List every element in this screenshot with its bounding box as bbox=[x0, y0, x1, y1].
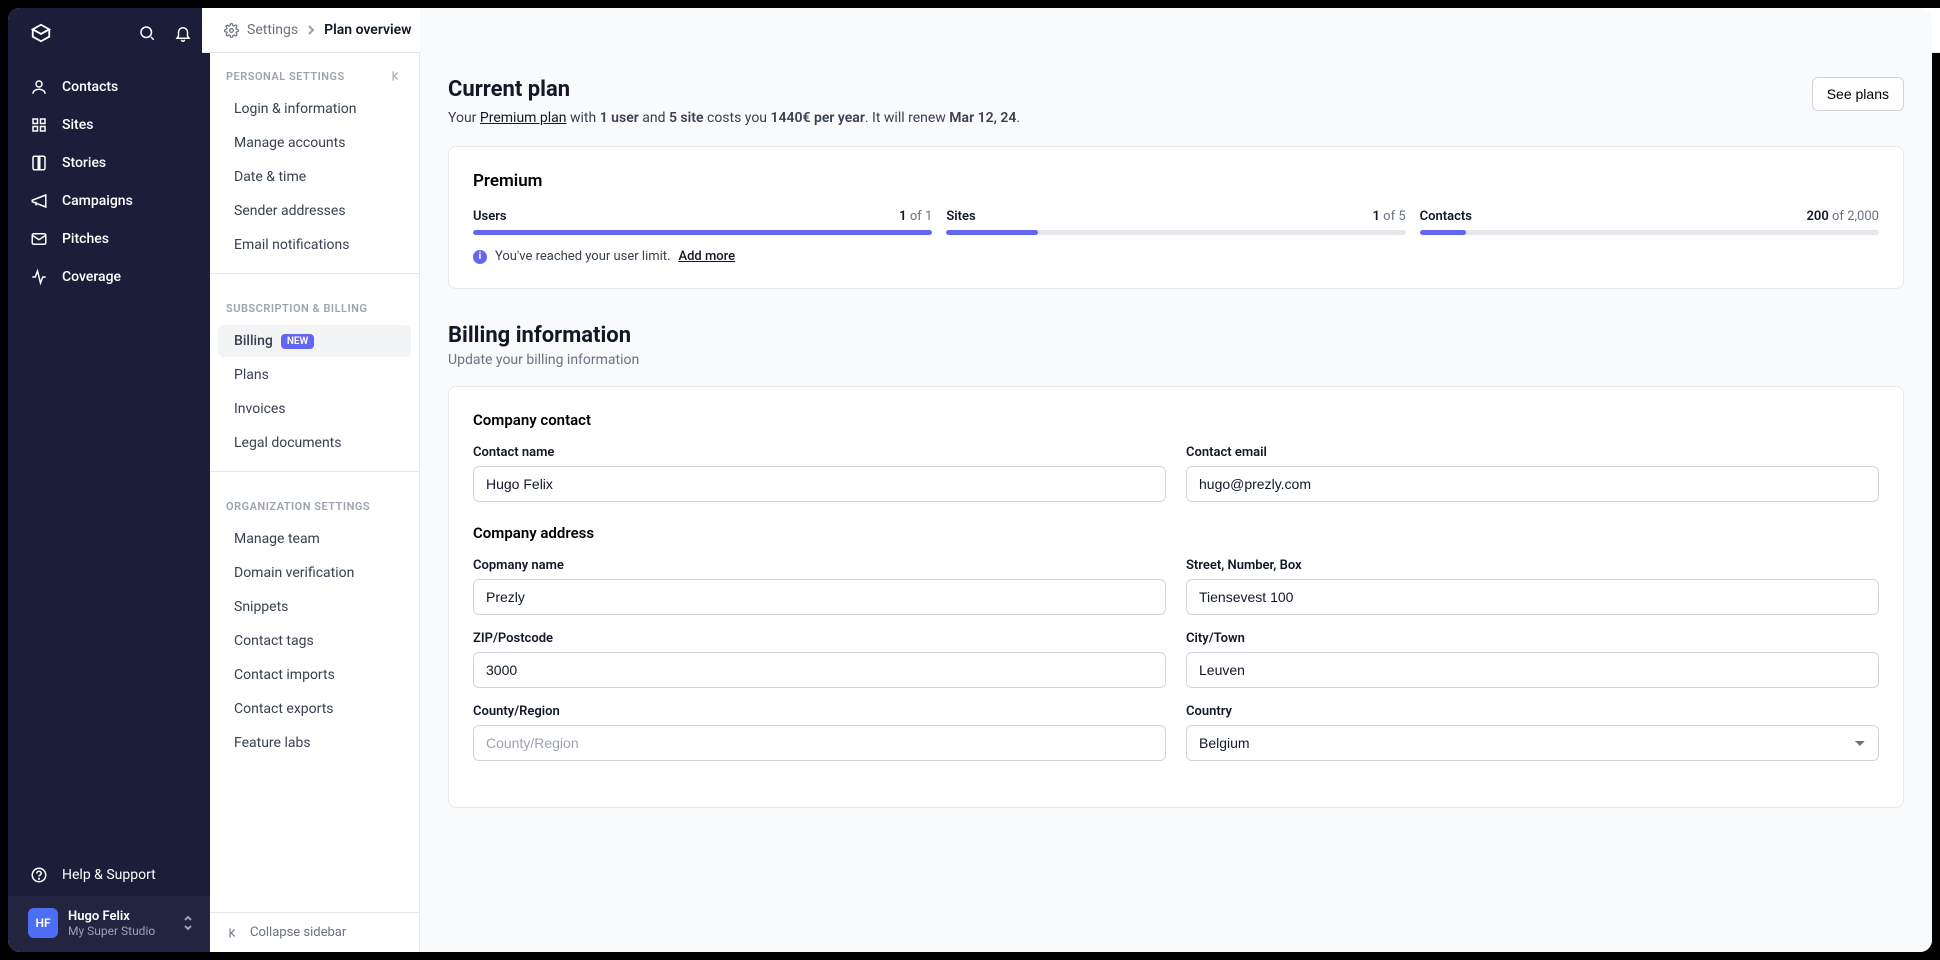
help-support[interactable]: Help & Support bbox=[8, 854, 210, 896]
nav-contacts[interactable]: Contacts bbox=[8, 68, 210, 106]
settings-nav: Personal Settings Login & information Ma… bbox=[210, 8, 420, 952]
section-header-billing: Subscription & Billing bbox=[226, 302, 367, 315]
country-label: Country bbox=[1186, 704, 1879, 719]
settings-domain-verification[interactable]: Domain verification bbox=[218, 557, 411, 589]
nav-label: Stories bbox=[62, 155, 106, 171]
nav-stories[interactable]: Stories bbox=[8, 144, 210, 182]
updown-icon bbox=[182, 915, 194, 931]
settings-billing[interactable]: BillingNEW bbox=[218, 325, 411, 357]
settings-feature-labs[interactable]: Feature labs bbox=[218, 727, 411, 759]
primary-nav: Contacts Sites Stories Campaigns Pitches… bbox=[8, 8, 210, 952]
billing-form-card: Company contact Contact name Contact ema… bbox=[448, 386, 1904, 808]
section-header-personal: Personal Settings bbox=[226, 70, 345, 83]
settings-legal[interactable]: Legal documents bbox=[218, 427, 411, 459]
collapse-panel-icon[interactable] bbox=[389, 69, 403, 83]
settings-contact-imports[interactable]: Contact imports bbox=[218, 659, 411, 691]
avatar: HF bbox=[28, 908, 58, 938]
settings-date-time[interactable]: Date & time bbox=[218, 161, 411, 193]
app-logo bbox=[30, 22, 52, 44]
premium-plan-link[interactable]: Premium plan bbox=[480, 110, 567, 126]
street-label: Street, Number, Box bbox=[1186, 558, 1879, 573]
company-contact-header: Company contact bbox=[473, 411, 1879, 429]
plan-summary: Your Premium plan with 1 user and 5 site… bbox=[448, 110, 1020, 126]
country-select[interactable]: Belgium bbox=[1186, 725, 1879, 761]
new-badge: NEW bbox=[281, 334, 315, 349]
breadcrumb-root[interactable]: Settings bbox=[247, 22, 298, 38]
nav-label: Sites bbox=[62, 117, 93, 133]
gear-icon bbox=[224, 23, 239, 38]
user-switcher[interactable]: HF Hugo Felix My Super Studio bbox=[8, 896, 210, 952]
bell-icon[interactable] bbox=[174, 24, 192, 42]
county-input[interactable] bbox=[473, 725, 1166, 761]
see-plans-button[interactable]: See plans bbox=[1812, 77, 1904, 111]
breadcrumb-current: Plan overview bbox=[324, 22, 411, 38]
section-header-org: Organization Settings bbox=[226, 500, 370, 513]
user-name: Hugo Felix bbox=[68, 909, 172, 924]
user-studio: My Super Studio bbox=[68, 924, 172, 938]
page-title: Current plan bbox=[448, 77, 1020, 102]
settings-snippets[interactable]: Snippets bbox=[218, 591, 411, 623]
zip-label: ZIP/Postcode bbox=[473, 631, 1166, 646]
settings-contact-exports[interactable]: Contact exports bbox=[218, 693, 411, 725]
add-more-link[interactable]: Add more bbox=[678, 249, 735, 264]
zip-input[interactable] bbox=[473, 652, 1166, 688]
plan-card-title: Premium bbox=[473, 171, 1879, 191]
user-limit-alert: i You've reached your user limit. Add mo… bbox=[473, 249, 1879, 264]
collapse-sidebar-button[interactable]: Collapse sidebar bbox=[210, 912, 419, 952]
usage-users: Users1 of 1 bbox=[473, 209, 932, 235]
settings-contact-tags[interactable]: Contact tags bbox=[218, 625, 411, 657]
contact-email-label: Contact email bbox=[1186, 445, 1879, 460]
company-address-header: Company address bbox=[473, 524, 1879, 542]
contact-name-label: Contact name bbox=[473, 445, 1166, 460]
billing-info-subtitle: Update your billing information bbox=[448, 352, 1904, 368]
nav-campaigns[interactable]: Campaigns bbox=[8, 182, 210, 220]
settings-login-info[interactable]: Login & information bbox=[218, 93, 411, 125]
company-name-input[interactable] bbox=[473, 579, 1166, 615]
company-name-label: Copmany name bbox=[473, 558, 1166, 573]
settings-invoices[interactable]: Invoices bbox=[218, 393, 411, 425]
usage-contacts: Contacts200 of 2,000 bbox=[1420, 209, 1879, 235]
plan-card: Premium Users1 of 1 Sites1 of 5 Contacts… bbox=[448, 146, 1904, 289]
city-input[interactable] bbox=[1186, 652, 1879, 688]
search-icon[interactable] bbox=[138, 24, 156, 42]
usage-sites: Sites1 of 5 bbox=[946, 209, 1405, 235]
nav-pitches[interactable]: Pitches bbox=[8, 220, 210, 258]
info-icon: i bbox=[473, 250, 487, 264]
street-input[interactable] bbox=[1186, 579, 1879, 615]
settings-plans[interactable]: Plans bbox=[218, 359, 411, 391]
nav-label: Coverage bbox=[62, 269, 121, 285]
main-content: Current plan Your Premium plan with 1 us… bbox=[420, 8, 1932, 952]
chevron-right-icon bbox=[306, 25, 316, 35]
nav-label: Campaigns bbox=[62, 193, 133, 209]
city-label: City/Town bbox=[1186, 631, 1879, 646]
settings-sender-addresses[interactable]: Sender addresses bbox=[218, 195, 411, 227]
billing-info-title: Billing information bbox=[448, 323, 1904, 348]
contact-name-input[interactable] bbox=[473, 466, 1166, 502]
nav-sites[interactable]: Sites bbox=[8, 106, 210, 144]
settings-manage-accounts[interactable]: Manage accounts bbox=[218, 127, 411, 159]
county-label: County/Region bbox=[473, 704, 1166, 719]
nav-coverage[interactable]: Coverage bbox=[8, 258, 210, 296]
nav-label: Pitches bbox=[62, 231, 109, 247]
settings-manage-team[interactable]: Manage team bbox=[218, 523, 411, 555]
help-label: Help & Support bbox=[62, 867, 156, 883]
nav-label: Contacts bbox=[62, 79, 118, 95]
contact-email-input[interactable] bbox=[1186, 466, 1879, 502]
settings-email-notifications[interactable]: Email notifications bbox=[218, 229, 411, 261]
